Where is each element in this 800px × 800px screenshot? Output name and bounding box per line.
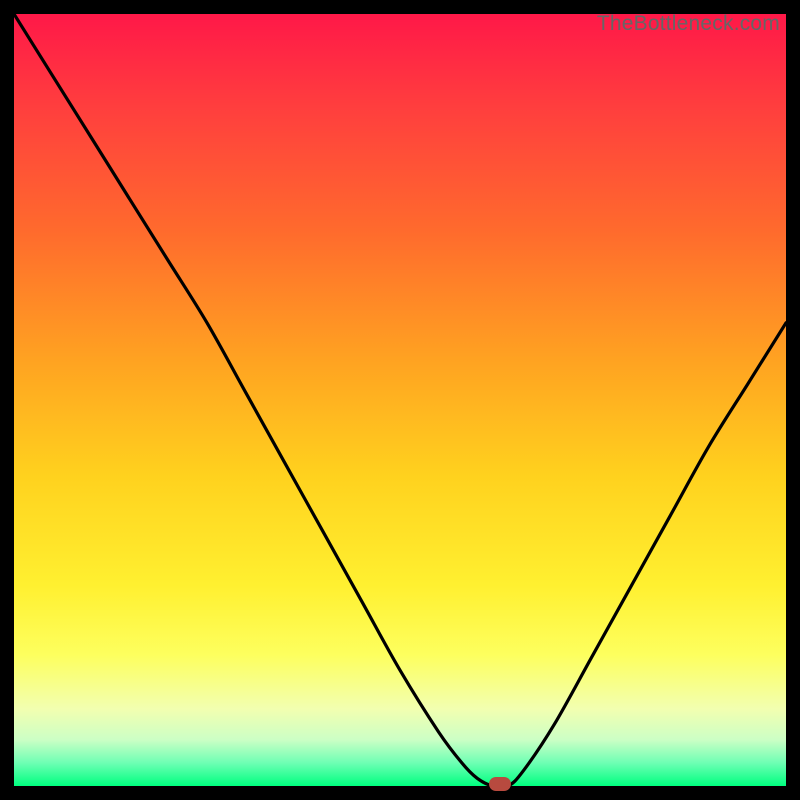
plot-area: TheBottleneck.com <box>14 14 786 786</box>
bottleneck-curve <box>14 14 786 786</box>
curve-path <box>14 14 786 786</box>
minimum-marker <box>489 777 511 791</box>
chart-frame: TheBottleneck.com <box>0 0 800 800</box>
